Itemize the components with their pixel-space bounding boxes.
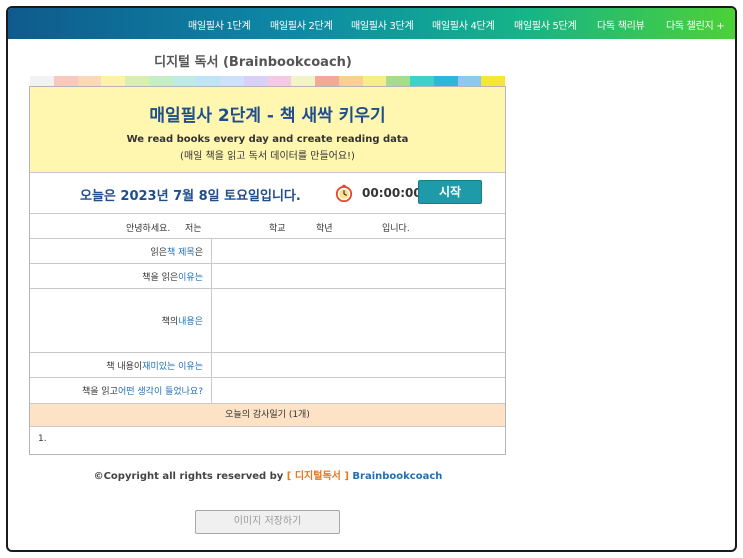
thoughts-row: 책을 읽고 어떤 생각이 들었나요? — [30, 378, 505, 404]
palette-swatch — [410, 76, 434, 86]
nav-item-step4[interactable]: 매일필사 4단계 — [432, 17, 495, 32]
palette-swatch — [148, 76, 173, 86]
hero-subtitle-en: We read books every day and create readi… — [126, 134, 409, 145]
palette-swatch — [457, 76, 482, 86]
save-image-button[interactable]: 이미지 저장하기 — [195, 510, 340, 534]
greeting-end: 입니다. — [382, 224, 410, 234]
label-text: 책을 읽고 — [81, 387, 118, 397]
stopwatch-icon — [335, 184, 353, 203]
greeting-row: 안녕하세요. 저는 학교 학년 입니다. — [30, 214, 505, 239]
reason-row: 책을 읽은 이유는 — [30, 264, 505, 289]
label-highlight: 내용은 — [178, 317, 203, 327]
palette-swatch — [101, 76, 125, 86]
interesting-row: 책 내용이 재미있는 이유는 — [30, 353, 505, 378]
palette-swatch — [172, 76, 197, 86]
today-date: 오늘은 2023년 7월 8일 토요일입니다. — [80, 189, 301, 204]
palette-swatch — [362, 76, 387, 86]
start-button[interactable]: 시작 — [418, 180, 482, 204]
content-input[interactable] — [213, 289, 505, 352]
label-text: 은 — [194, 247, 203, 258]
palette-swatch — [315, 76, 339, 86]
label-text: 책을 읽은 — [142, 272, 179, 283]
palette-swatch — [30, 76, 54, 86]
palette-swatch — [291, 76, 315, 86]
hero-subtitle-ko: (매일 책을 읽고 독서 데이터를 만들어요!) — [180, 151, 355, 162]
nav-item-step1[interactable]: 매일필사 1단계 — [188, 17, 251, 32]
palette-swatch — [196, 76, 220, 86]
nav-item-challenge[interactable]: 다독 챌린지 + — [666, 17, 725, 32]
nav-item-step3[interactable]: 매일필사 3단계 — [351, 17, 414, 32]
school-label: 학교 — [269, 224, 286, 234]
palette-swatch — [53, 76, 78, 86]
greeting-hello: 안녕하세요. — [126, 224, 171, 234]
interesting-input[interactable] — [213, 353, 505, 377]
nav-item-book-review[interactable]: 다독 책리뷰 — [597, 17, 645, 32]
content-label: 책의 내용은 — [30, 289, 212, 352]
content-row: 책의 내용은 — [30, 289, 505, 353]
copyright-text: ©Copyright all rights reserved by — [93, 471, 287, 482]
label-text: 책 내용이 — [106, 361, 143, 372]
label-highlight: 이유는 — [178, 272, 203, 283]
label-highlight: 재미있는 이유는 — [142, 361, 203, 372]
color-palette-strip — [30, 76, 505, 86]
palette-swatch — [386, 76, 410, 86]
palette-swatch — [481, 76, 505, 86]
thoughts-label: 책을 읽고 어떤 생각이 들었나요? — [30, 378, 212, 403]
palette-swatch — [338, 76, 363, 86]
label-highlight: 어떤 생각이 들었나요? — [117, 387, 203, 397]
palette-swatch — [220, 76, 244, 86]
greeting-iam: 저는 — [185, 224, 202, 234]
date-timer-row: 오늘은 2023년 7월 8일 토요일입니다. 00:00:00 시작 — [30, 173, 505, 214]
grade-label: 학년 — [316, 224, 333, 234]
palette-swatch — [267, 76, 292, 86]
copyright-brand-ko: [ 디지털독서 ] — [286, 471, 349, 482]
timer-display: 00:00:00 — [362, 186, 422, 200]
writing-card: 매일필사 2단계 - 책 새싹 키우기 We read books every … — [29, 86, 506, 455]
nav-item-step2[interactable]: 매일필사 2단계 — [270, 17, 333, 32]
page-title: 매일필사 2단계 - 책 새싹 키우기 — [149, 106, 386, 126]
interesting-label: 책 내용이 재미있는 이유는 — [30, 353, 212, 377]
hero-banner: 매일필사 2단계 - 책 새싹 키우기 We read books every … — [30, 87, 505, 173]
reason-input[interactable] — [213, 264, 505, 288]
palette-swatch — [125, 76, 149, 86]
gratitude-item[interactable]: 1. — [38, 434, 47, 444]
palette-swatch — [77, 76, 102, 86]
palette-swatch — [243, 76, 268, 86]
label-text: 읽은 — [150, 247, 168, 258]
thoughts-input[interactable] — [213, 378, 505, 403]
reason-label: 책을 읽은 이유는 — [30, 264, 212, 288]
book-title-input[interactable] — [213, 239, 505, 263]
label-text: 책의 — [161, 317, 179, 327]
gratitude-heading: 오늘의 감사일기 (1개) — [30, 404, 505, 427]
page-frame: 매일필사 1단계 매일필사 2단계 매일필사 3단계 매일필사 4단계 매일필사… — [6, 6, 737, 552]
top-navigation: 매일필사 1단계 매일필사 2단계 매일필사 3단계 매일필사 4단계 매일필사… — [8, 8, 735, 39]
copyright-footer: ©Copyright all rights reserved by [ 디지털독… — [8, 467, 528, 482]
nav-item-step5[interactable]: 매일필사 5단계 — [514, 17, 577, 32]
book-title-row: 읽은 책 제목 은 — [30, 239, 505, 264]
palette-swatch — [433, 76, 458, 86]
label-highlight: 책 제목 — [167, 247, 195, 258]
book-title-label: 읽은 책 제목 은 — [30, 239, 212, 263]
brand-title: 디지털 독서 (Brainbookcoach) — [154, 55, 352, 70]
copyright-brand-en: Brainbookcoach — [348, 471, 443, 482]
